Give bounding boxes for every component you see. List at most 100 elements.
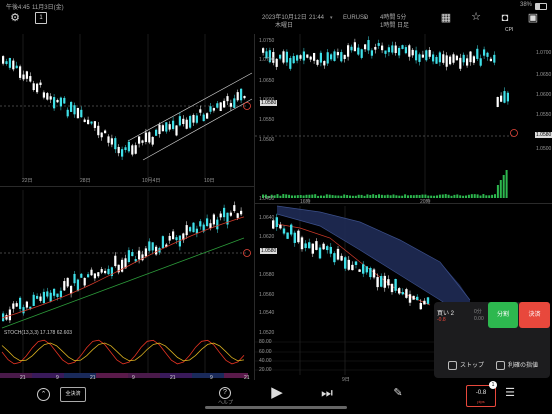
candle	[503, 91, 505, 103]
help-label[interactable]: ヘルプ	[218, 399, 233, 406]
candle	[387, 279, 389, 285]
settle-all-button[interactable]: 全決済	[60, 387, 86, 402]
volume-bar	[279, 196, 281, 198]
candle	[36, 84, 38, 93]
candle	[138, 251, 140, 260]
candle	[384, 276, 386, 288]
help-icon[interactable]: ?	[219, 387, 231, 399]
candle	[350, 47, 352, 51]
candle	[101, 269, 103, 273]
volume-bar	[445, 194, 447, 198]
candle	[388, 47, 390, 52]
session-block	[152, 373, 156, 378]
candle	[442, 54, 444, 63]
candle	[94, 273, 96, 278]
cpi-marker[interactable]: CPI	[505, 27, 513, 33]
session-label: 21	[244, 375, 250, 381]
play-icon[interactable]: ▶	[270, 385, 284, 401]
candle	[500, 96, 502, 102]
candle	[80, 110, 82, 117]
session-block	[136, 373, 140, 378]
candle	[152, 137, 154, 145]
volume-bar	[482, 194, 484, 198]
volume-bar	[448, 195, 450, 198]
candle	[220, 214, 222, 218]
candle	[70, 286, 72, 294]
date-label: 10日	[204, 177, 215, 184]
candle	[394, 279, 396, 291]
chevron-up-circle-icon[interactable]: ⌃	[37, 388, 50, 401]
volume-bar	[433, 196, 435, 198]
candle	[364, 44, 366, 49]
volume-bar	[294, 195, 296, 198]
stop-label: ストップ	[460, 363, 484, 369]
candle	[175, 125, 177, 135]
candle	[344, 55, 346, 59]
price-label: 1.0620	[259, 234, 274, 240]
session-block	[140, 373, 144, 378]
candle	[427, 297, 429, 304]
volume-bar	[323, 196, 325, 198]
price-label: 1.0750	[259, 38, 274, 44]
session-block	[236, 373, 240, 378]
volume-bar	[471, 194, 473, 198]
candle	[60, 291, 62, 297]
candle	[63, 281, 65, 290]
candle	[282, 51, 284, 62]
candle	[459, 58, 461, 69]
candle	[175, 237, 177, 240]
candle	[90, 122, 92, 124]
candle	[107, 136, 109, 142]
session-block	[180, 373, 184, 378]
candle	[77, 108, 79, 118]
volume-bar	[317, 196, 319, 198]
stoch-label: 80.00	[259, 339, 272, 345]
candle	[43, 292, 45, 303]
candle	[223, 208, 225, 217]
candle	[196, 229, 198, 234]
list-icon[interactable]: ☰	[504, 387, 516, 399]
candle	[9, 58, 11, 68]
settle-button[interactable]: 決済	[519, 302, 550, 328]
candle	[230, 213, 232, 216]
candle	[456, 56, 458, 61]
volume-bar	[297, 195, 299, 198]
session-label: 21	[90, 375, 96, 381]
candle	[301, 237, 303, 249]
volume-bar	[282, 194, 284, 198]
split-button[interactable]: 分割	[488, 302, 518, 328]
candle	[373, 269, 375, 277]
candle	[240, 89, 242, 100]
candle	[420, 303, 422, 309]
candle	[111, 138, 113, 144]
date-label: 28日	[80, 177, 91, 184]
candle	[145, 248, 147, 256]
volume-bar	[381, 195, 383, 198]
candle	[53, 97, 55, 108]
candle	[213, 108, 215, 111]
session-label: 21	[20, 375, 26, 381]
candle	[97, 272, 99, 276]
candle	[87, 274, 89, 277]
volume-bar	[459, 195, 461, 198]
stoch-label: 40.00	[259, 358, 272, 364]
candle	[87, 120, 89, 124]
candle	[330, 247, 332, 254]
session-block	[8, 373, 12, 378]
candle	[408, 45, 410, 56]
candle	[286, 52, 288, 63]
session-block	[188, 373, 192, 378]
candle	[12, 61, 14, 70]
candle	[276, 217, 278, 227]
limit-checkbox[interactable]: 利確の指値	[496, 360, 538, 370]
candle	[391, 45, 393, 52]
checkbox-icon[interactable]	[496, 361, 505, 370]
checkbox-icon[interactable]	[448, 361, 457, 370]
pencil-icon[interactable]: ✎	[392, 387, 404, 399]
stop-checkbox[interactable]: ストップ	[448, 360, 484, 370]
candle	[374, 47, 376, 50]
skip-forward-icon[interactable]: ⏭	[319, 386, 335, 400]
candle	[124, 147, 126, 150]
candle	[423, 301, 425, 305]
candle	[429, 50, 431, 57]
